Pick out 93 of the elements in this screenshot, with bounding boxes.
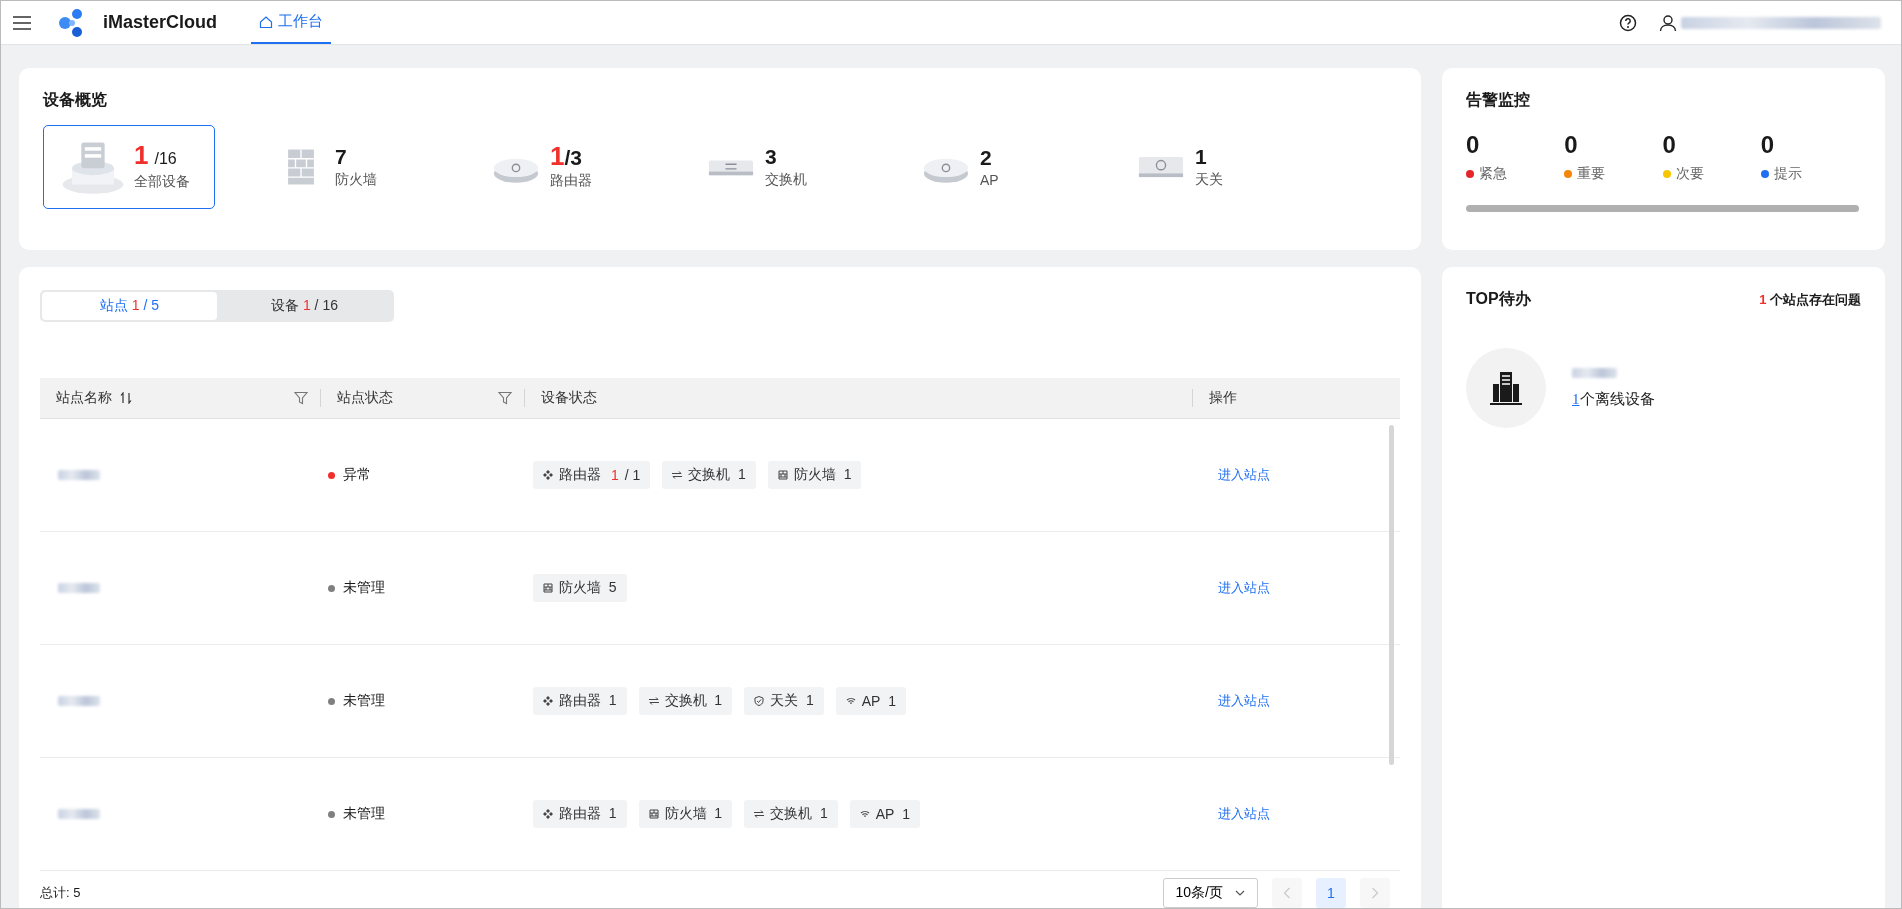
device-tag: 路由器 1 / 1 — [533, 461, 651, 489]
arrows-icon — [648, 696, 659, 706]
offline-count-link[interactable]: 1 — [1572, 390, 1580, 407]
blurred-site-name — [58, 470, 100, 480]
blurred-site-name — [58, 696, 100, 706]
chevron-left-icon — [1283, 887, 1291, 899]
alarm-count: 0 — [1466, 131, 1481, 159]
device-summary[interactable]: 1/3 路由器 — [473, 125, 645, 209]
device-tag: 交换机 1 — [638, 687, 733, 715]
offline-devices-text: 1个离线设备 — [1572, 389, 1655, 409]
card-title: 告警监控 — [1466, 90, 1531, 110]
column-header: 站点名称 — [56, 389, 112, 407]
site-status: 异常 — [343, 466, 371, 484]
chevron-right-icon — [1371, 887, 1379, 899]
alarm-count: 0 — [1662, 131, 1677, 159]
page-button[interactable]: 1 — [1316, 878, 1346, 908]
blurred-site-name — [58, 809, 100, 819]
filter-icon[interactable] — [294, 391, 308, 405]
page-size-select[interactable]: 10条/页 — [1162, 878, 1258, 908]
enter-site-link[interactable]: 进入站点 — [1210, 579, 1270, 597]
severity-label: 次要 — [1675, 165, 1704, 183]
diamonds-icon — [543, 696, 553, 706]
menu-icon[interactable] — [13, 15, 31, 30]
wifi-icon — [845, 696, 856, 706]
brick-wall-icon — [777, 470, 788, 480]
alarm-count: 0 — [1760, 131, 1776, 159]
column-header: 设备状态 — [541, 389, 597, 407]
severity-label: 重要 — [1577, 165, 1606, 183]
device-tag: 交换机 1 — [744, 800, 838, 828]
brick-wall-icon — [648, 809, 659, 819]
device-tag: 交换机 1 — [662, 461, 756, 489]
device-tag: 路由器 1 — [533, 800, 627, 828]
logo-icon — [57, 7, 85, 38]
brand-name: iMasterCloud — [103, 12, 217, 33]
wifi-icon — [859, 809, 870, 819]
device-tag: 防火墙 5 — [533, 574, 627, 602]
filter-icon[interactable] — [498, 391, 512, 405]
site-status: 未管理 — [343, 692, 385, 710]
device-label: 天关 — [1195, 171, 1223, 189]
column-header: 操作 — [1209, 389, 1237, 407]
device-count: 2 — [980, 146, 993, 170]
device-label: 全部设备 — [134, 173, 190, 191]
sort-icon[interactable] — [120, 392, 132, 404]
site-status: 未管理 — [343, 579, 385, 597]
device-tag: AP 1 — [835, 687, 906, 715]
device-summary[interactable]: 3 交换机 — [688, 125, 860, 209]
enter-site-link[interactable]: 进入站点 — [1210, 805, 1270, 823]
home-icon — [259, 14, 273, 29]
total-count: 总计: 5 — [40, 884, 81, 902]
problem-summary: 1 个站点存在问题 — [1759, 290, 1861, 309]
building-icon — [1466, 348, 1546, 428]
chevron-down-icon — [1235, 890, 1245, 896]
device-label: AP — [980, 172, 999, 188]
diamonds-icon — [543, 470, 553, 480]
device-summary[interactable]: 7 防火墙 — [258, 125, 430, 209]
device-count: 3 — [765, 145, 778, 169]
severity-label: 提示 — [1773, 165, 1802, 183]
device-tag: 天关 1 — [744, 687, 824, 715]
severity-label: 紧急 — [1479, 165, 1507, 183]
view-tab[interactable]: 设备 1 / 16 — [217, 292, 392, 320]
shield-icon — [754, 696, 765, 706]
device-summary[interactable]: 2 AP — [903, 125, 1075, 209]
brick-wall-icon — [543, 583, 553, 593]
device-tag: 防火墙 1 — [638, 800, 733, 828]
alarm-count: 0 — [1564, 131, 1579, 159]
help-icon[interactable] — [1619, 13, 1637, 32]
device-summary[interactable]: 1 天关 — [1118, 125, 1290, 209]
nav-tab[interactable]: 工作台 — [251, 1, 331, 44]
device-count: 1 — [1195, 145, 1208, 169]
device-tag: 路由器 1 — [533, 687, 627, 715]
device-tag: AP 1 — [849, 800, 920, 828]
device-count: 1 /16 — [134, 143, 178, 171]
device-label: 路由器 — [550, 172, 592, 190]
arrows-icon — [754, 809, 765, 819]
device-count: 1/3 — [550, 144, 583, 170]
blurred-site-name — [1572, 367, 1617, 378]
scrollbar[interactable] — [1389, 425, 1394, 765]
diamonds-icon — [543, 809, 553, 819]
device-tag: 防火墙 1 — [767, 461, 862, 489]
enter-site-link[interactable]: 进入站点 — [1210, 692, 1270, 710]
enter-site-link[interactable]: 进入站点 — [1210, 466, 1270, 484]
device-count: 7 — [335, 145, 348, 169]
blurred-site-name — [58, 583, 100, 593]
user-icon[interactable] — [1659, 13, 1677, 32]
card-title: TOP待办 — [1466, 289, 1531, 309]
device-label: 防火墙 — [335, 171, 377, 189]
device-summary[interactable]: 1 /16 全部设备 — [43, 125, 215, 209]
arrows-icon — [672, 470, 683, 480]
site-status: 未管理 — [343, 805, 385, 823]
column-header: 站点状态 — [337, 389, 393, 407]
view-tab[interactable]: 站点 1 / 5 — [42, 292, 217, 320]
card-title: 设备概览 — [43, 90, 108, 110]
device-label: 交换机 — [765, 171, 807, 189]
